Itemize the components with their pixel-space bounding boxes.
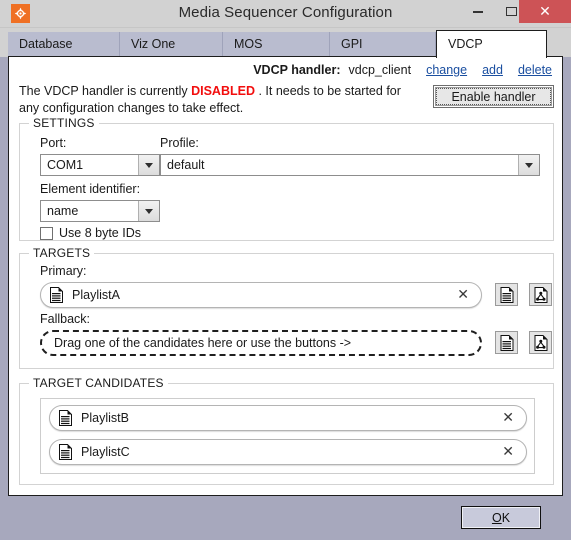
- tab-label: MOS: [234, 37, 263, 51]
- list-item[interactable]: PlaylistC ✕: [49, 439, 527, 465]
- main-window: Media Sequencer Configuration ✕ Database…: [0, 0, 571, 540]
- set-fallback-playlist-button[interactable]: [495, 331, 518, 354]
- playlist-page-icon: [58, 444, 73, 461]
- handler-name: vdcp_client: [348, 63, 412, 77]
- maximize-icon: [505, 7, 517, 16]
- tab-label: GPI: [341, 37, 363, 51]
- set-primary-group-button[interactable]: [529, 283, 552, 306]
- port-combobox[interactable]: COM1: [40, 154, 160, 176]
- use-8-byte-ids-label: Use 8 byte IDs: [59, 226, 141, 240]
- tab-database[interactable]: Database: [8, 32, 120, 57]
- title-bar: Media Sequencer Configuration ✕: [0, 0, 571, 28]
- status-state: DISABLED: [191, 84, 255, 98]
- chevron-down-icon[interactable]: [518, 155, 539, 175]
- tab-mos[interactable]: MOS: [223, 32, 330, 57]
- remove-candidate-icon[interactable]: ✕: [502, 445, 514, 459]
- candidate-label: PlaylistB: [81, 411, 129, 425]
- change-handler-link[interactable]: change: [426, 63, 467, 77]
- add-handler-link[interactable]: add: [482, 63, 503, 77]
- dialog-footer: OK: [0, 500, 571, 540]
- delete-handler-link[interactable]: delete: [518, 63, 552, 77]
- port-value: COM1: [47, 158, 84, 172]
- clear-primary-target-icon[interactable]: ✕: [457, 288, 469, 302]
- handler-label: VDCP handler:: [253, 63, 341, 77]
- tab-label: Database: [19, 37, 73, 51]
- minimize-icon: [473, 10, 483, 13]
- status-prefix: The VDCP handler is currently: [19, 84, 192, 98]
- targets-group-title: TARGETS: [29, 246, 95, 260]
- handler-row: VDCP handler: vdcp_client change add del…: [253, 63, 552, 77]
- settings-group: SETTINGS Port: COM1 Profile: default Ele…: [19, 116, 554, 241]
- close-button[interactable]: ✕: [519, 0, 571, 23]
- set-primary-playlist-button[interactable]: [495, 283, 518, 306]
- remove-candidate-icon[interactable]: ✕: [502, 411, 514, 425]
- primary-target-value: PlaylistA: [72, 288, 120, 302]
- element-identifier-combobox[interactable]: name: [40, 200, 160, 222]
- tab-gpi[interactable]: GPI: [330, 32, 436, 57]
- ok-rest-letter: K: [501, 510, 511, 525]
- tab-strip: Database Viz One MOS GPI VDCP: [0, 28, 571, 58]
- checkbox-box-icon: [40, 226, 53, 240]
- tab-label: Viz One: [131, 37, 176, 51]
- minimize-button[interactable]: [461, 0, 495, 23]
- element-identifier-label: Element identifier:: [40, 182, 141, 196]
- ok-accel-letter: O: [491, 510, 502, 525]
- primary-target-label: Primary:: [40, 264, 87, 278]
- enable-handler-label: Enable handler: [436, 88, 551, 105]
- settings-group-title: SETTINGS: [29, 116, 99, 130]
- chevron-down-icon[interactable]: [138, 201, 159, 221]
- targets-group: TARGETS Primary: PlaylistA ✕ Fallback: D…: [19, 246, 554, 369]
- fallback-target-label: Fallback:: [40, 312, 91, 326]
- close-icon: ✕: [539, 3, 551, 20]
- candidate-label: PlaylistC: [81, 445, 130, 459]
- tab-content-vdcp: VDCP handler: vdcp_client change add del…: [8, 56, 563, 496]
- profile-value: default: [167, 158, 205, 172]
- fallback-target-placeholder: Drag one of the candidates here or use t…: [54, 336, 352, 350]
- target-candidates-group: TARGET CANDIDATES PlaylistB ✕ PlaylistC …: [19, 376, 554, 485]
- element-identifier-value: name: [47, 204, 79, 218]
- use-8-byte-ids-checkbox[interactable]: Use 8 byte IDs: [40, 226, 141, 240]
- fallback-target-dropzone[interactable]: Drag one of the candidates here or use t…: [40, 330, 482, 356]
- playlist-page-icon: [58, 410, 73, 427]
- handler-status-text: The VDCP handler is currently DISABLED .…: [19, 83, 419, 117]
- enable-handler-button[interactable]: Enable handler: [433, 85, 554, 108]
- tab-viz-one[interactable]: Viz One: [120, 32, 223, 57]
- profile-combobox[interactable]: default: [160, 154, 540, 176]
- ok-button[interactable]: OK: [461, 506, 541, 529]
- tab-vdcp[interactable]: VDCP: [436, 30, 547, 58]
- primary-target-pill[interactable]: PlaylistA ✕: [40, 282, 482, 308]
- port-label: Port:: [40, 136, 67, 150]
- chevron-down-icon[interactable]: [138, 155, 159, 175]
- target-candidates-list: PlaylistB ✕ PlaylistC ✕: [40, 398, 535, 474]
- set-fallback-group-button[interactable]: [529, 331, 552, 354]
- list-item[interactable]: PlaylistB ✕: [49, 405, 527, 431]
- playlist-page-icon: [49, 287, 64, 304]
- target-candidates-group-title: TARGET CANDIDATES: [29, 376, 168, 390]
- profile-label: Profile:: [160, 136, 199, 150]
- tab-label: VDCP: [448, 37, 483, 51]
